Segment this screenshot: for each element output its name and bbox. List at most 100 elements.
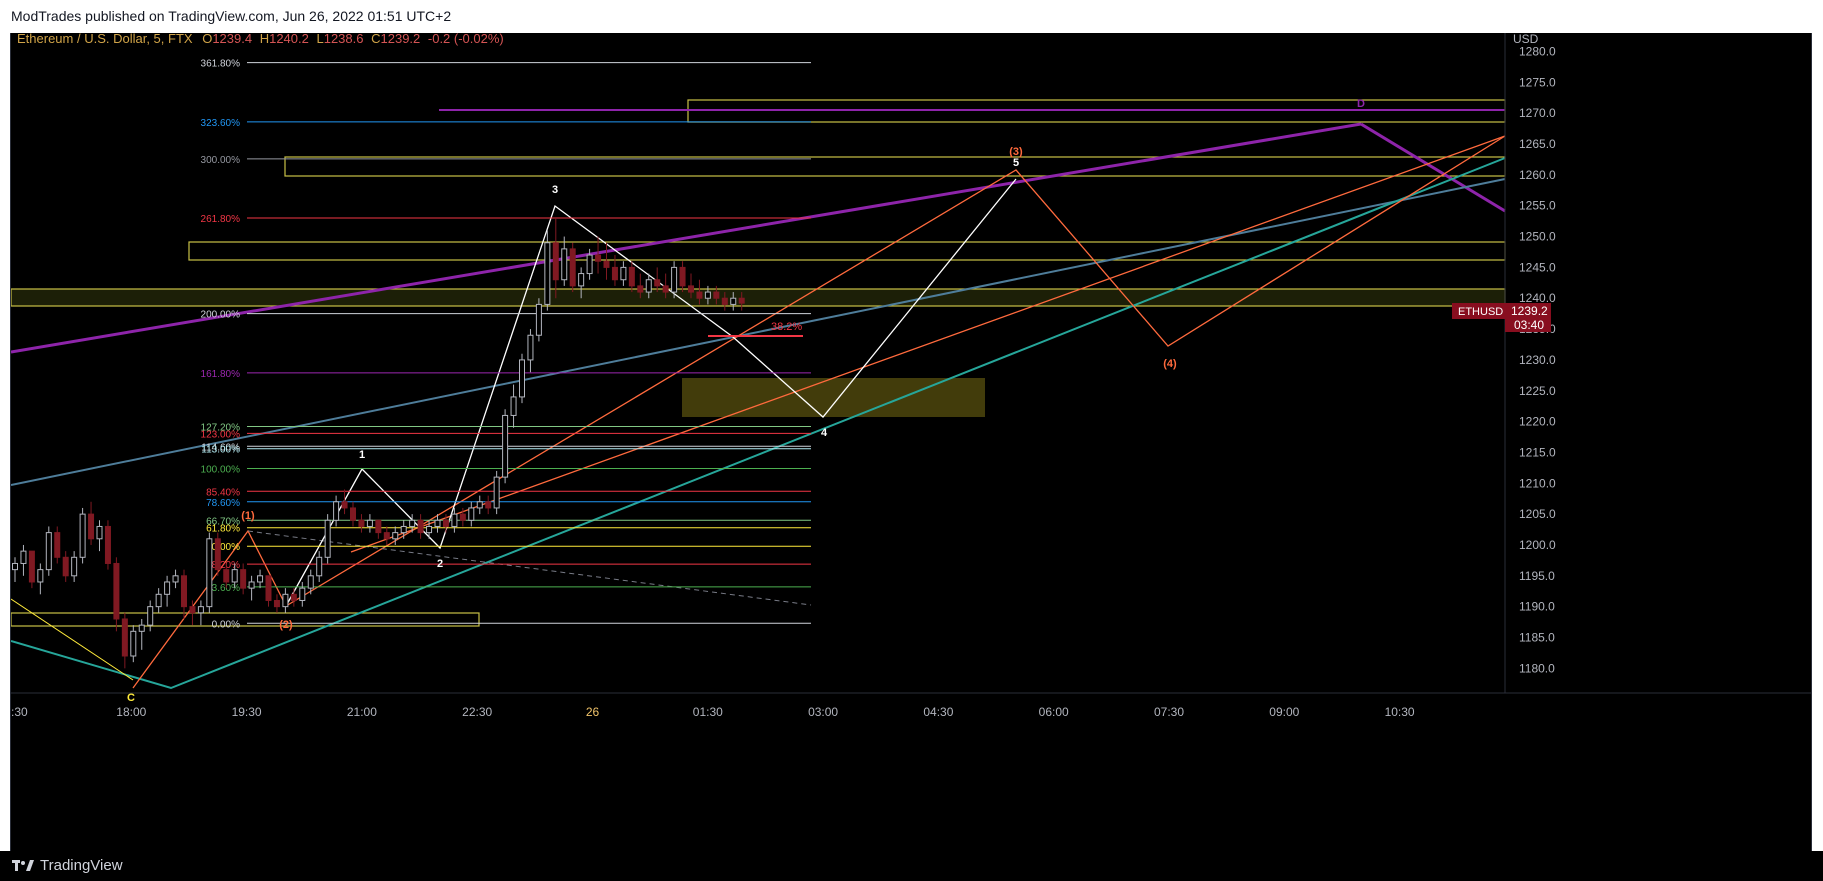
candle-body[interactable] bbox=[637, 285, 644, 293]
candle-body[interactable] bbox=[265, 575, 272, 601]
candle-body[interactable] bbox=[366, 519, 373, 527]
candle-body[interactable] bbox=[358, 519, 365, 527]
candle-body[interactable] bbox=[181, 575, 187, 608]
supply-zone-current[interactable] bbox=[10, 288, 1506, 307]
candle-body[interactable] bbox=[721, 297, 728, 305]
dashed-projection-line[interactable] bbox=[247, 530, 812, 606]
candle-body[interactable] bbox=[350, 507, 356, 521]
candle-body[interactable] bbox=[595, 254, 602, 262]
candle-body[interactable] bbox=[392, 532, 399, 540]
candle-body[interactable] bbox=[164, 581, 171, 595]
candle-body[interactable] bbox=[138, 624, 145, 632]
candle-body[interactable] bbox=[104, 525, 111, 564]
candle-body[interactable] bbox=[485, 501, 492, 509]
candle-body[interactable] bbox=[240, 569, 247, 589]
candle-body[interactable] bbox=[28, 550, 35, 583]
candle-body[interactable] bbox=[62, 556, 69, 577]
candle-body[interactable] bbox=[434, 519, 441, 527]
candle-body[interactable] bbox=[730, 297, 737, 305]
candle-body[interactable] bbox=[172, 575, 179, 583]
tradingview-logo[interactable]: TradingView bbox=[12, 857, 123, 874]
fib-extension-levels[interactable]: 361.80%323.60%300.00%261.80%200.00%161.8… bbox=[201, 59, 811, 631]
supply-zone-mid[interactable] bbox=[188, 241, 1506, 261]
chart-area[interactable]: 361.80% 323.60% 300.00% 261.80% 200.00% 161.8… bbox=[4, 31, 1812, 851]
candle-body[interactable] bbox=[96, 525, 103, 540]
candle-body[interactable] bbox=[519, 359, 525, 398]
candle-body[interactable] bbox=[400, 525, 407, 534]
candle-body[interactable] bbox=[130, 630, 137, 657]
candle-body[interactable] bbox=[704, 291, 711, 299]
candle-body[interactable] bbox=[282, 593, 289, 608]
candle-body[interactable] bbox=[37, 569, 44, 583]
candle-body[interactable] bbox=[299, 587, 306, 601]
candle-body[interactable] bbox=[257, 575, 264, 583]
candle-body[interactable] bbox=[442, 519, 449, 527]
candle-body[interactable] bbox=[671, 266, 678, 293]
candle-body[interactable] bbox=[155, 593, 162, 608]
candle-body[interactable] bbox=[375, 519, 382, 534]
candle-body[interactable] bbox=[71, 556, 78, 577]
candle-body[interactable] bbox=[45, 532, 52, 571]
candle-body[interactable] bbox=[54, 532, 61, 558]
candle-body[interactable] bbox=[417, 519, 424, 534]
candle-body[interactable] bbox=[290, 593, 297, 601]
candle-body[interactable] bbox=[535, 303, 542, 336]
candle-body[interactable] bbox=[189, 606, 196, 614]
candle-body[interactable] bbox=[231, 569, 238, 583]
candle-body[interactable] bbox=[688, 285, 694, 293]
supply-zone-upper[interactable] bbox=[284, 156, 1506, 177]
candle-body[interactable] bbox=[223, 569, 230, 583]
candle-body[interactable] bbox=[578, 273, 585, 287]
candle-body[interactable] bbox=[316, 556, 323, 577]
candle-body[interactable] bbox=[679, 266, 686, 287]
candle-body[interactable] bbox=[654, 279, 661, 287]
demand-zone-target[interactable] bbox=[682, 378, 985, 417]
candle-body[interactable] bbox=[214, 538, 221, 571]
candle-body[interactable] bbox=[341, 501, 348, 509]
candle-body[interactable] bbox=[197, 606, 204, 614]
candle-body[interactable] bbox=[713, 291, 720, 299]
candle-body[interactable] bbox=[476, 501, 483, 509]
candle-body[interactable] bbox=[620, 266, 627, 281]
chart-canvas[interactable]: 361.80%323.60%300.00%261.80%200.00%161.8… bbox=[4, 32, 1811, 851]
candle-body[interactable] bbox=[603, 260, 610, 268]
candlestick-series[interactable] bbox=[12, 218, 745, 669]
candle-body[interactable] bbox=[451, 513, 458, 527]
candle-body[interactable] bbox=[645, 279, 652, 293]
candle-body[interactable] bbox=[307, 575, 314, 589]
candle-body[interactable] bbox=[324, 519, 331, 558]
price-axis[interactable]: USD 1280.01275.01270.01265.01260.01255.0… bbox=[1452, 32, 1556, 693]
candle-body[interactable] bbox=[248, 581, 255, 589]
candle-body[interactable] bbox=[561, 248, 568, 281]
candle-body[interactable] bbox=[121, 618, 128, 657]
candle-body[interactable] bbox=[333, 501, 340, 521]
candle-body[interactable] bbox=[426, 525, 433, 534]
candle-body[interactable] bbox=[147, 606, 154, 626]
demand-zone-bottom[interactable] bbox=[10, 612, 480, 627]
candle-body[interactable] bbox=[113, 562, 120, 620]
candle-body[interactable] bbox=[12, 562, 18, 571]
candle-body[interactable] bbox=[88, 513, 95, 540]
time-axis[interactable]: 6:30 18:00 19:30 21:00 22:30 26 01:30 03:00 04:3… bbox=[4, 692, 1811, 719]
candle-body[interactable] bbox=[493, 476, 500, 509]
candle-body[interactable] bbox=[409, 519, 416, 527]
candle-body[interactable] bbox=[611, 266, 618, 281]
candle-body[interactable] bbox=[79, 513, 86, 558]
candle-body[interactable] bbox=[696, 291, 703, 299]
candle-body[interactable] bbox=[273, 599, 280, 608]
candle-body[interactable] bbox=[510, 396, 517, 416]
candle-body[interactable] bbox=[468, 507, 475, 521]
candle-body[interactable] bbox=[502, 414, 509, 478]
candle-body[interactable] bbox=[527, 334, 534, 361]
symbol-legend[interactable]: Ethereum / U.S. Dollar, 5, FTX O1239.4 H… bbox=[17, 31, 504, 46]
candle-body[interactable] bbox=[738, 297, 745, 304]
candle-body[interactable] bbox=[586, 254, 593, 275]
candle-body[interactable] bbox=[662, 285, 669, 293]
candle-body[interactable] bbox=[552, 242, 559, 281]
candle-body[interactable] bbox=[206, 538, 213, 608]
candle-body[interactable] bbox=[628, 266, 635, 287]
candle-body[interactable] bbox=[383, 532, 390, 540]
candle-body[interactable] bbox=[459, 513, 466, 521]
candle-body[interactable] bbox=[569, 248, 576, 287]
candle-body[interactable] bbox=[544, 242, 551, 305]
